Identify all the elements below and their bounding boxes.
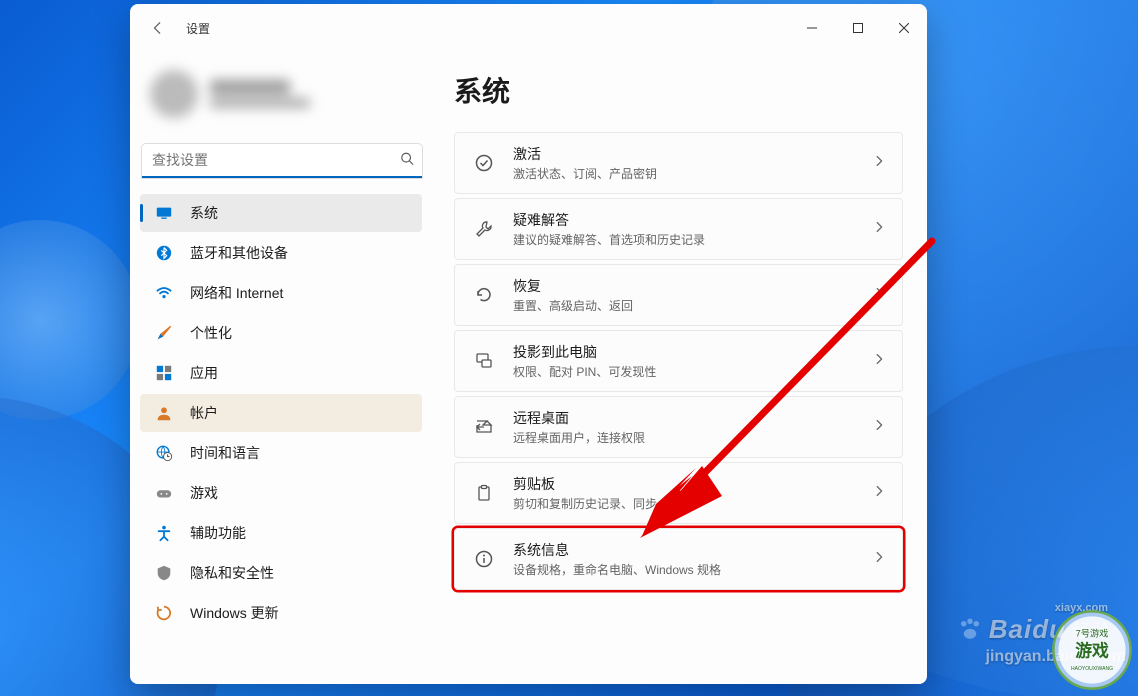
card-subtitle: 远程桌面用户，连接权限 (513, 429, 872, 446)
window-controls (789, 4, 927, 52)
card-subtitle: 权限、配对 PIN、可发现性 (513, 363, 872, 380)
chevron-right-icon (872, 154, 886, 173)
profile-subtitle (210, 98, 310, 108)
brush-icon (154, 323, 174, 343)
sidebar-item-personalize[interactable]: 个性化 (140, 314, 422, 352)
search-input[interactable] (142, 144, 422, 178)
sidebar-item-privacy[interactable]: 隐私和安全性 (140, 554, 422, 592)
bluetooth-icon (154, 243, 174, 263)
sidebar-item-gaming[interactable]: 游戏 (140, 474, 422, 512)
update-icon (154, 603, 174, 623)
minimize-icon (807, 23, 817, 33)
sidebar-item-label: 蓝牙和其他设备 (190, 243, 288, 263)
sidebar-item-label: 个性化 (190, 323, 232, 343)
recovery-icon (471, 285, 497, 305)
settings-card-activation[interactable]: 激活激活状态、订阅、产品密钥 (454, 132, 903, 194)
settings-window: 设置 (130, 4, 927, 684)
sidebar-item-accounts[interactable]: 帐户 (140, 394, 422, 432)
desktop-wallpaper: 设置 (0, 0, 1138, 696)
sidebar-item-label: 网络和 Internet (190, 283, 283, 303)
arrow-left-icon (151, 21, 165, 35)
card-title: 恢复 (513, 276, 872, 296)
globe-clock-icon (154, 443, 174, 463)
info-circle-icon (471, 549, 497, 569)
titlebar: 设置 (130, 4, 927, 52)
watermark-circle-logo: 7号游戏 游戏 HAOYOUXIWANG (1050, 608, 1134, 692)
chevron-right-icon (872, 550, 886, 569)
back-button[interactable] (142, 12, 174, 44)
sidebar-item-network[interactable]: 网络和 Internet (140, 274, 422, 312)
clipboard-icon (471, 483, 497, 503)
card-title: 投影到此电脑 (513, 342, 872, 362)
wifi-icon (154, 283, 174, 303)
profile-name (210, 80, 290, 94)
sidebar-item-label: 游戏 (190, 483, 218, 503)
card-title: 激活 (513, 144, 872, 164)
card-title: 系统信息 (513, 540, 872, 560)
sidebar: 系统蓝牙和其他设备网络和 Internet 个性化应用帐户时间和语言游戏辅助功能隐… (130, 52, 430, 684)
wrench-icon (471, 219, 497, 239)
card-subtitle: 剪切和复制历史记录、同步、清除 (513, 495, 872, 512)
shield-icon (154, 563, 174, 583)
page-title: 系统 (454, 70, 903, 110)
chevron-right-icon (872, 418, 886, 437)
chevron-right-icon (872, 484, 886, 503)
chevron-right-icon (872, 352, 886, 371)
card-subtitle: 激活状态、订阅、产品密钥 (513, 165, 872, 182)
main-content: 系统 激活激活状态、订阅、产品密钥疑难解答建议的疑难解答、首选项和历史记录恢复重… (430, 52, 927, 684)
sidebar-item-time[interactable]: 时间和语言 (140, 434, 422, 472)
profile-block[interactable] (140, 60, 430, 128)
maximize-button[interactable] (835, 4, 881, 52)
settings-card-troubleshoot[interactable]: 疑难解答建议的疑难解答、首选项和历史记录 (454, 198, 903, 260)
sidebar-item-label: 帐户 (190, 403, 218, 423)
settings-card-project[interactable]: 投影到此电脑权限、配对 PIN、可发现性 (454, 330, 903, 392)
search-icon (400, 152, 414, 171)
sidebar-item-label: 隐私和安全性 (190, 563, 274, 583)
sidebar-item-label: 应用 (190, 363, 218, 383)
accessibility-icon (154, 523, 174, 543)
chevron-right-icon (872, 220, 886, 239)
person-icon (154, 403, 174, 423)
card-title: 疑难解答 (513, 210, 872, 230)
avatar (150, 70, 198, 118)
sidebar-item-label: Windows 更新 (190, 603, 279, 623)
card-title: 剪贴板 (513, 474, 872, 494)
nav-list: 系统蓝牙和其他设备网络和 Internet 个性化应用帐户时间和语言游戏辅助功能隐… (140, 194, 430, 632)
card-subtitle: 建议的疑难解答、首选项和历史记录 (513, 231, 872, 248)
chevron-right-icon (872, 286, 886, 305)
monitor-icon (154, 203, 174, 223)
sidebar-item-label: 系统 (190, 203, 218, 223)
card-subtitle: 重置、高级启动、返回 (513, 297, 872, 314)
svg-text:游戏: 游戏 (1075, 641, 1109, 661)
settings-card-remote[interactable]: 远程桌面远程桌面用户，连接权限 (454, 396, 903, 458)
svg-text:7号游戏: 7号游戏 (1076, 628, 1109, 639)
search-wrap (142, 144, 422, 178)
check-circle-icon (471, 153, 497, 173)
remote-icon (471, 417, 497, 437)
settings-card-recovery[interactable]: 恢复重置、高级启动、返回 (454, 264, 903, 326)
close-button[interactable] (881, 4, 927, 52)
svg-text:HAOYOUXIWANG: HAOYOUXIWANG (1071, 666, 1113, 672)
card-subtitle: 设备规格，重命名电脑、Windows 规格 (513, 561, 872, 578)
card-title: 远程桌面 (513, 408, 872, 428)
sidebar-item-bluetooth[interactable]: 蓝牙和其他设备 (140, 234, 422, 272)
maximize-icon (853, 23, 863, 33)
paw-icon (955, 615, 985, 645)
minimize-button[interactable] (789, 4, 835, 52)
sidebar-item-label: 辅助功能 (190, 523, 246, 543)
gamepad-icon (154, 483, 174, 503)
sidebar-item-update[interactable]: Windows 更新 (140, 594, 422, 632)
sidebar-item-label: 时间和语言 (190, 443, 260, 463)
close-icon (899, 23, 909, 33)
sidebar-item-system[interactable]: 系统 (140, 194, 422, 232)
settings-card-clipboard[interactable]: 剪贴板剪切和复制历史记录、同步、清除 (454, 462, 903, 524)
settings-card-about[interactable]: 系统信息设备规格，重命名电脑、Windows 规格 (454, 528, 903, 590)
sidebar-item-apps[interactable]: 应用 (140, 354, 422, 392)
settings-card-list: 激活激活状态、订阅、产品密钥疑难解答建议的疑难解答、首选项和历史记录恢复重置、高… (454, 132, 903, 590)
project-icon (471, 351, 497, 371)
sidebar-item-accessibility[interactable]: 辅助功能 (140, 514, 422, 552)
apps-icon (154, 363, 174, 383)
window-title: 设置 (186, 20, 210, 37)
